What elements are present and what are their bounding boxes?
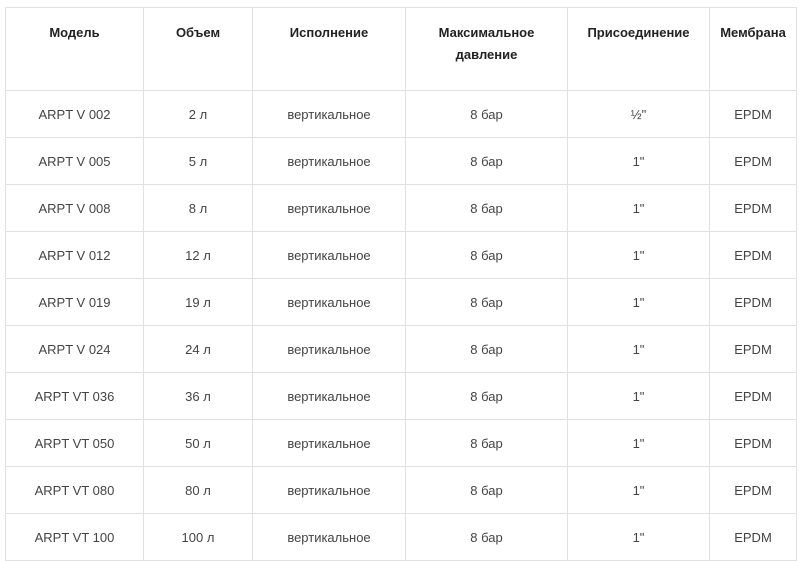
- cell-connection: 1": [567, 325, 710, 373]
- cell-volume: 50 л: [143, 419, 253, 467]
- cell-volume: 8 л: [143, 184, 253, 232]
- cell-connection: 1": [567, 278, 710, 326]
- cell-membrane: EPDM: [709, 137, 797, 185]
- cell-design: вертикальное: [252, 90, 406, 138]
- cell-max-pressure: 8 бар: [405, 325, 568, 373]
- header-row: Модель Объем Исполнение Максимальное дав…: [5, 7, 797, 91]
- cell-max-pressure: 8 бар: [405, 90, 568, 138]
- cell-max-pressure: 8 бар: [405, 137, 568, 185]
- table-header: Модель Объем Исполнение Максимальное дав…: [5, 7, 797, 91]
- cell-membrane: EPDM: [709, 231, 797, 279]
- cell-membrane: EPDM: [709, 90, 797, 138]
- cell-model: ARPT V 024: [5, 325, 144, 373]
- cell-model: ARPT V 019: [5, 278, 144, 326]
- cell-model: ARPT VT 080: [5, 466, 144, 514]
- cell-volume: 19 л: [143, 278, 253, 326]
- cell-volume: 80 л: [143, 466, 253, 514]
- cell-design: вертикальное: [252, 325, 406, 373]
- cell-volume: 12 л: [143, 231, 253, 279]
- table-row: ARPT V 012 12 л вертикальное 8 бар 1" EPDM: [5, 231, 797, 279]
- table-row: ARPT V 005 5 л вертикальное 8 бар 1" EPDM: [5, 137, 797, 185]
- cell-volume: 2 л: [143, 90, 253, 138]
- table-row: ARPT V 019 19 л вертикальное 8 бар 1" EPDM: [5, 278, 797, 326]
- cell-membrane: EPDM: [709, 372, 797, 420]
- cell-connection: 1": [567, 419, 710, 467]
- cell-volume: 24 л: [143, 325, 253, 373]
- cell-membrane: EPDM: [709, 466, 797, 514]
- cell-max-pressure: 8 бар: [405, 419, 568, 467]
- cell-design: вертикальное: [252, 372, 406, 420]
- header-membrane: Мембрана: [709, 7, 797, 91]
- table-row: ARPT V 024 24 л вертикальное 8 бар 1" EPDM: [5, 325, 797, 373]
- header-volume: Объем: [143, 7, 253, 91]
- cell-design: вертикальное: [252, 184, 406, 232]
- cell-volume: 36 л: [143, 372, 253, 420]
- cell-design: вертикальное: [252, 466, 406, 514]
- table-row: ARPT VT 036 36 л вертикальное 8 бар 1" EPDM: [5, 372, 797, 420]
- cell-membrane: EPDM: [709, 184, 797, 232]
- cell-max-pressure: 8 бар: [405, 513, 568, 561]
- header-model: Модель: [5, 7, 144, 91]
- table-row: ARPT VT 100 100 л вертикальное 8 бар 1" EPDM: [5, 513, 797, 561]
- cell-volume: 100 л: [143, 513, 253, 561]
- cell-max-pressure: 8 бар: [405, 466, 568, 514]
- cell-volume: 5 л: [143, 137, 253, 185]
- cell-connection: 1": [567, 184, 710, 232]
- cell-model: ARPT VT 036: [5, 372, 144, 420]
- table-row: ARPT VT 050 50 л вертикальное 8 бар 1" EPDM: [5, 419, 797, 467]
- cell-design: вертикальное: [252, 231, 406, 279]
- cell-membrane: EPDM: [709, 325, 797, 373]
- cell-max-pressure: 8 бар: [405, 372, 568, 420]
- cell-model: ARPT VT 050: [5, 419, 144, 467]
- cell-connection: 1": [567, 372, 710, 420]
- cell-connection: 1": [567, 137, 710, 185]
- cell-model: ARPT V 008: [5, 184, 144, 232]
- cell-design: вертикальное: [252, 513, 406, 561]
- cell-design: вертикальное: [252, 419, 406, 467]
- cell-model: ARPT V 012: [5, 231, 144, 279]
- table-row: ARPT V 002 2 л вертикальное 8 бар ½" EPDM: [5, 90, 797, 138]
- table-row: ARPT V 008 8 л вертикальное 8 бар 1" EPDM: [5, 184, 797, 232]
- cell-membrane: EPDM: [709, 513, 797, 561]
- header-connection: Присоединение: [567, 7, 710, 91]
- cell-connection: 1": [567, 231, 710, 279]
- cell-max-pressure: 8 бар: [405, 278, 568, 326]
- cell-model: ARPT VT 100: [5, 513, 144, 561]
- cell-connection: 1": [567, 466, 710, 514]
- table-body: ARPT V 002 2 л вертикальное 8 бар ½" EPDM ARPT…: [5, 90, 797, 561]
- cell-design: вертикальное: [252, 278, 406, 326]
- cell-membrane: EPDM: [709, 419, 797, 467]
- cell-model: ARPT V 005: [5, 137, 144, 185]
- cell-design: вертикальное: [252, 137, 406, 185]
- specs-table: Модель Объем Исполнение Максимальное дав…: [5, 7, 797, 561]
- cell-max-pressure: 8 бар: [405, 231, 568, 279]
- cell-model: ARPT V 002: [5, 90, 144, 138]
- header-max-pressure: Максимальное давление: [405, 7, 568, 91]
- cell-connection: ½": [567, 90, 710, 138]
- cell-membrane: EPDM: [709, 278, 797, 326]
- table-row: ARPT VT 080 80 л вертикальное 8 бар 1" EPDM: [5, 466, 797, 514]
- cell-connection: 1": [567, 513, 710, 561]
- cell-max-pressure: 8 бар: [405, 184, 568, 232]
- header-design: Исполнение: [252, 7, 406, 91]
